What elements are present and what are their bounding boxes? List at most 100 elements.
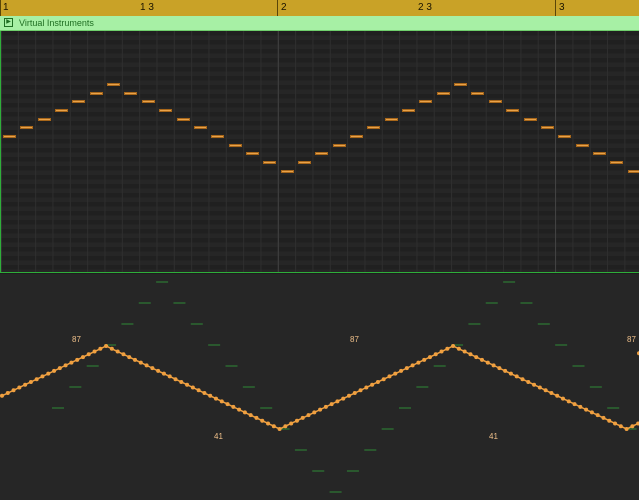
midi-note[interactable] — [506, 108, 520, 112]
automation-point[interactable] — [503, 368, 508, 373]
automation-point[interactable] — [352, 391, 357, 396]
automation-point[interactable] — [150, 366, 155, 371]
automation-point[interactable] — [549, 391, 554, 396]
automation-point[interactable] — [121, 352, 126, 357]
automation-point[interactable] — [427, 355, 432, 360]
timeline-ruler[interactable]: 1 1 3 2 2 3 3 — [0, 0, 639, 17]
automation-point[interactable] — [40, 374, 45, 379]
automation-point[interactable] — [52, 368, 57, 373]
automation-point[interactable] — [341, 396, 346, 401]
automation-point[interactable] — [618, 424, 623, 429]
automation-point[interactable] — [237, 407, 242, 412]
automation-lane[interactable]: 87 87 87 41 41 — [0, 274, 639, 500]
automation-point[interactable] — [294, 418, 299, 423]
automation-point[interactable] — [387, 374, 392, 379]
automation-point[interactable] — [399, 368, 404, 373]
region-header[interactable]: ▶ Virtual Instruments — [0, 16, 639, 31]
automation-point[interactable] — [370, 382, 375, 387]
automation-point[interactable] — [532, 382, 537, 387]
automation-point[interactable] — [11, 388, 16, 393]
automation-point[interactable] — [208, 393, 213, 398]
automation-point[interactable] — [46, 371, 51, 376]
midi-note[interactable] — [245, 152, 259, 156]
automation-point[interactable] — [613, 421, 618, 426]
automation-point[interactable] — [306, 413, 311, 418]
automation-point[interactable] — [480, 357, 485, 362]
automation-point[interactable] — [231, 404, 236, 409]
automation-point[interactable] — [173, 377, 178, 382]
automation-point[interactable] — [17, 385, 22, 390]
automation-point[interactable] — [601, 415, 606, 420]
ruler-bar-2[interactable]: 2 — [281, 2, 287, 13]
automation-point[interactable] — [485, 360, 490, 365]
midi-note[interactable] — [471, 91, 485, 95]
automation-point[interactable] — [225, 402, 230, 407]
midi-note[interactable] — [107, 83, 121, 86]
midi-note[interactable] — [558, 134, 572, 138]
midi-note[interactable] — [454, 83, 468, 86]
automation-point[interactable] — [566, 399, 571, 404]
midi-note[interactable] — [315, 152, 329, 156]
automation-point[interactable] — [69, 360, 74, 365]
midi-note[interactable] — [627, 169, 639, 173]
automation-point[interactable] — [156, 368, 161, 373]
automation-point[interactable] — [329, 402, 334, 407]
automation-point[interactable] — [28, 379, 33, 384]
automation-point[interactable] — [445, 346, 450, 351]
automation-point[interactable] — [190, 385, 195, 390]
automation-point[interactable] — [161, 371, 166, 376]
automation-point[interactable] — [584, 407, 589, 412]
automation-point[interactable] — [537, 385, 542, 390]
automation-point[interactable] — [80, 355, 85, 360]
automation-point[interactable] — [75, 357, 80, 362]
automation-point[interactable] — [462, 349, 467, 354]
automation-point[interactable] — [92, 349, 97, 354]
midi-note[interactable] — [228, 143, 242, 147]
midi-note[interactable] — [297, 160, 311, 164]
automation-point[interactable] — [86, 352, 91, 357]
automation-point[interactable] — [266, 421, 271, 426]
midi-note[interactable] — [367, 126, 381, 130]
midi-note[interactable] — [523, 117, 537, 121]
piano-roll-grid[interactable] — [0, 31, 639, 273]
midi-note[interactable] — [402, 108, 416, 112]
automation-point[interactable] — [364, 385, 369, 390]
midi-note[interactable] — [20, 126, 34, 130]
automation-point[interactable] — [497, 366, 502, 371]
automation-point[interactable] — [23, 382, 28, 387]
midi-note[interactable] — [176, 117, 190, 121]
automation-point[interactable] — [323, 404, 328, 409]
ruler-bar-1-beat-3[interactable]: 1 3 — [140, 2, 154, 13]
automation-point[interactable] — [526, 379, 531, 384]
automation-point[interactable] — [144, 363, 149, 368]
automation-point[interactable] — [456, 346, 461, 351]
automation-point[interactable] — [213, 396, 218, 401]
automation-point[interactable] — [491, 363, 496, 368]
midi-note[interactable] — [211, 134, 225, 138]
midi-note[interactable] — [55, 108, 69, 112]
automation-point[interactable] — [57, 366, 62, 371]
midi-note[interactable] — [193, 126, 207, 130]
automation-point[interactable] — [318, 407, 323, 412]
automation-point[interactable] — [410, 363, 415, 368]
automation-point[interactable] — [404, 366, 409, 371]
automation-point[interactable] — [202, 391, 207, 396]
automation-point[interactable] — [335, 399, 340, 404]
midi-note[interactable] — [350, 134, 363, 138]
automation-line[interactable] — [1, 345, 639, 430]
midi-note[interactable] — [332, 143, 346, 147]
automation-point[interactable] — [422, 357, 427, 362]
automation-point[interactable] — [196, 388, 201, 393]
automation-point[interactable] — [560, 396, 565, 401]
automation-point[interactable] — [508, 371, 513, 376]
automation-point[interactable] — [555, 393, 560, 398]
automation-point[interactable] — [277, 427, 282, 431]
midi-note[interactable] — [436, 91, 450, 95]
automation-point[interactable] — [179, 379, 184, 384]
automation-point[interactable] — [271, 424, 276, 429]
midi-note[interactable] — [37, 117, 51, 121]
automation-point[interactable] — [468, 352, 473, 357]
automation-point[interactable] — [578, 404, 583, 409]
automation-point[interactable] — [219, 399, 224, 404]
automation-point[interactable] — [109, 346, 114, 351]
